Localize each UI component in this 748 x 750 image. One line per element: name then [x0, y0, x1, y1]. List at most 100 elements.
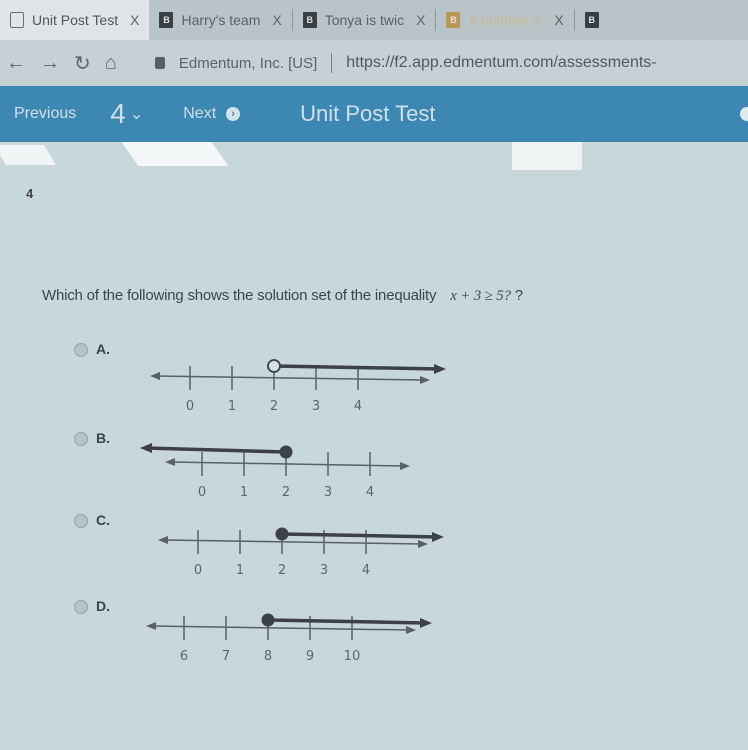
tab-label: Harry's team [181, 12, 261, 28]
tick-label: 6 [180, 649, 188, 664]
tab-label: Unit Post Test [32, 12, 119, 28]
axis-arrow-left [158, 536, 168, 544]
option-letter: D. [96, 598, 110, 614]
tab-partial[interactable]: B [575, 0, 609, 40]
axis-arrow-left [165, 458, 175, 466]
settings-icon[interactable] [740, 107, 748, 121]
tick-label: 4 [362, 563, 370, 578]
close-tab-icon[interactable]: X [130, 12, 139, 28]
tick-label: 3 [312, 399, 320, 414]
axis-arrow-right [400, 462, 410, 470]
closed-point [279, 445, 293, 459]
open-point [267, 359, 281, 373]
question-prompt: Which of the following shows the solutio… [42, 287, 523, 305]
app-header: Previous 4 ⌄ Next › Unit Post Test [0, 86, 748, 142]
close-tab-icon[interactable]: X [554, 12, 563, 28]
closed-point [261, 613, 275, 627]
tick-label: 10 [344, 649, 361, 664]
inequality: x + 3 ≥ 5? [450, 288, 511, 304]
close-tab-icon[interactable]: X [416, 12, 425, 28]
url-divider [331, 53, 333, 73]
tick-label: 0 [194, 563, 202, 578]
tick-label: 1 [228, 399, 236, 414]
reload-icon[interactable]: ↻ [74, 51, 91, 76]
tick-label: 0 [186, 399, 194, 414]
brainly-icon: B [446, 12, 461, 28]
address-bar: ← → ↻ ⌂ Edmentum, Inc. [US] https://f2.a… [0, 40, 748, 86]
browser-tab-strip: Unit Post Test X B Harry's team X B Tony… [0, 0, 748, 40]
closed-point [275, 527, 289, 541]
number-line-c: 0 1 2 3 4 [158, 527, 444, 578]
close-tab-icon[interactable]: X [272, 12, 281, 28]
tick-label: 2 [270, 399, 278, 414]
question-number: 4 [110, 98, 126, 129]
axis-line [155, 375, 425, 381]
solution-arrow [432, 532, 444, 542]
brainly-icon: B [584, 12, 599, 28]
axis-arrow-left [150, 372, 160, 380]
question-selector[interactable]: 4 ⌄ [110, 98, 143, 130]
tick-label: 4 [354, 399, 362, 414]
home-icon[interactable]: ⌂ [105, 52, 117, 75]
option-letter: A. [96, 341, 110, 357]
tick-label: 2 [282, 485, 290, 500]
tab-label: Tonya is twic [324, 12, 405, 28]
number-line-b: 0 1 2 3 4 [140, 443, 410, 500]
axis-arrow-right [420, 376, 430, 384]
screen-glare [121, 142, 229, 166]
axis-line [151, 625, 411, 631]
forward-arrow-icon[interactable]: → [40, 52, 60, 75]
solution-ray [281, 532, 439, 539]
solution-arrow [420, 618, 432, 628]
url-input[interactable]: https://f2.app.edmentum.com/assessments- [346, 54, 656, 72]
tick-label: 0 [198, 485, 206, 500]
number-line-a: 0 1 2 3 4 [150, 359, 446, 414]
solution-ray [145, 446, 287, 454]
tick-label: 1 [236, 563, 244, 578]
option-letter: B. [96, 430, 110, 446]
tab-harrys-team[interactable]: B Harry's team X [149, 0, 291, 40]
option-letter: C. [96, 512, 110, 528]
axis-line [170, 461, 405, 467]
tick-label: 8 [264, 649, 272, 664]
page-icon [10, 12, 24, 28]
question-text: Which of the following shows the solutio… [42, 287, 437, 304]
tab-a-number-is[interactable]: B A number is X [436, 0, 573, 40]
axis-arrow-left [146, 622, 156, 630]
axis-line [163, 539, 423, 545]
tab-unit-post-test[interactable]: Unit Post Test X [0, 0, 150, 40]
arrow-right-circle-icon: › [226, 107, 241, 121]
tick-label: 2 [278, 563, 286, 578]
axis-arrow-right [418, 540, 428, 548]
radio-button[interactable] [74, 343, 88, 357]
next-button[interactable]: Next › [183, 105, 241, 123]
tab-label: A number is [468, 12, 543, 28]
tick-label: 7 [222, 649, 230, 664]
tick-label: 3 [324, 485, 332, 500]
question-trailing: ? [514, 287, 523, 304]
lock-icon [154, 57, 165, 69]
radio-button[interactable] [74, 514, 88, 528]
brainly-icon: B [302, 12, 317, 28]
chevron-down-icon: ⌄ [129, 106, 144, 123]
radio-button[interactable] [74, 600, 88, 614]
solution-ray [267, 618, 427, 625]
tick-label: 9 [306, 649, 314, 664]
screen-glare [512, 142, 582, 170]
number-line-d: 6 7 8 9 10 [146, 613, 432, 664]
tick-label: 4 [366, 485, 374, 500]
tab-tonya-is-twice[interactable]: B Tonya is twic X [293, 0, 436, 40]
next-label: Next [183, 105, 217, 122]
tick-label: 3 [320, 563, 328, 578]
axis-arrow-right [406, 626, 416, 634]
tick-label: 1 [240, 485, 248, 500]
question-number-label: 4 [26, 186, 34, 201]
site-identity[interactable]: Edmentum, Inc. [US] [179, 55, 317, 72]
radio-button[interactable] [74, 432, 88, 446]
solution-ray [273, 364, 441, 371]
page-title: Unit Post Test [300, 101, 436, 126]
solution-arrow [140, 443, 152, 453]
previous-button[interactable]: Previous [14, 105, 76, 123]
back-arrow-icon[interactable]: ← [6, 52, 26, 75]
brainly-icon: B [159, 12, 174, 28]
